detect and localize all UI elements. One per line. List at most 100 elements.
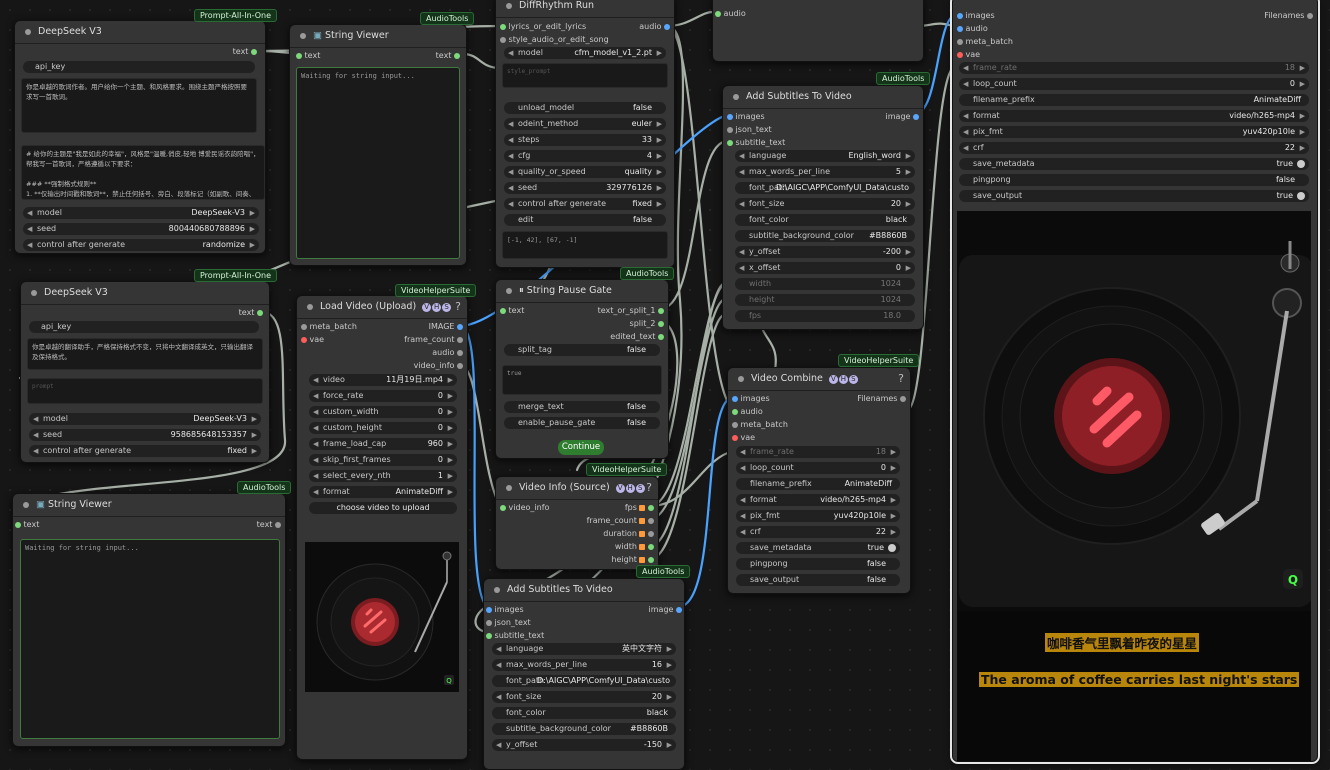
x-offset-input[interactable]: ◀ x_offset 0 ▶	[735, 262, 915, 274]
input-json-text[interactable]: json_text	[727, 123, 772, 136]
input-images[interactable]: images	[732, 392, 770, 405]
output-image[interactable]: IMAGE	[429, 320, 463, 333]
format-select[interactable]: ◀ format video/h265-mp4 ▶	[736, 494, 900, 506]
output-pin-icon[interactable]	[457, 349, 463, 356]
max-words-input[interactable]: ◀ max_words_per_line 16 ▶	[492, 659, 676, 671]
output-text[interactable]: text	[233, 45, 257, 58]
crf-input[interactable]: ◀ crf 22 ▶	[736, 526, 900, 538]
seed-input[interactable]: ◀ seed 329776126 ▶	[504, 182, 666, 194]
input-subtitle-text[interactable]: subtitle_text	[486, 629, 544, 642]
y-offset-input[interactable]: ◀ y_offset -150 ▶	[492, 739, 676, 751]
input-vae[interactable]: vae	[957, 48, 980, 61]
input-pin-icon[interactable]	[727, 113, 733, 120]
api-key-input[interactable]: api_key	[23, 61, 255, 73]
model-select[interactable]: ◀ model DeepSeek-V3 ▶	[23, 207, 259, 219]
input-audio[interactable]: audio	[715, 7, 746, 20]
input-pin-icon[interactable]	[727, 139, 733, 146]
input-subtitle-text[interactable]: subtitle_text	[727, 136, 785, 149]
control-after-generate-select[interactable]: ◀ control after generate randomize ▶	[23, 239, 259, 251]
help-icon[interactable]: ?	[898, 368, 904, 390]
output-edited-text[interactable]: edited_text	[610, 330, 664, 343]
input-pin-icon[interactable]	[732, 434, 738, 441]
collapse-dot-icon[interactable]	[307, 303, 313, 310]
seed-input[interactable]: ◀ seed 958685648153357 ▶	[29, 429, 261, 441]
output-pin-icon[interactable]	[658, 333, 664, 340]
output-pin-icon[interactable]	[257, 309, 263, 316]
width-input[interactable]: width 1024	[735, 278, 915, 290]
skip-first-frames-input[interactable]: ◀ skip_first_frames 0 ▶	[309, 454, 457, 466]
collapse-dot-icon[interactable]	[31, 289, 37, 296]
node-header[interactable]: DeepSeek V3	[15, 21, 265, 44]
input-pin-icon[interactable]	[957, 12, 963, 19]
input-pin-icon[interactable]	[732, 421, 738, 428]
output-audio[interactable]: audio	[432, 346, 463, 359]
output-pin-icon[interactable]	[658, 320, 664, 327]
deepseek-node-1[interactable]: DeepSeek V3 text api_key 你是卓越的歌词作者。用户给你一…	[14, 20, 266, 254]
node-header[interactable]: Add Subtitles To Video	[484, 579, 684, 602]
y-offset-input[interactable]: ◀ y_offset -200 ▶	[735, 246, 915, 258]
save-metadata-toggle[interactable]: save_metadata true	[736, 542, 900, 554]
input-pin-icon[interactable]	[301, 336, 307, 343]
input-pin-icon[interactable]	[957, 25, 963, 32]
output-pin-icon[interactable]	[457, 323, 463, 330]
enable-pause-gate-toggle[interactable]: enable_pause_gate false	[504, 417, 660, 429]
input-pin-icon[interactable]	[500, 307, 506, 314]
video-combine-node-1[interactable]: Video Combine V H S? images audio meta_batc…	[727, 367, 911, 594]
collapse-dot-icon[interactable]	[506, 2, 512, 9]
node-header[interactable]: ▣ String Viewer	[290, 25, 466, 48]
output-pin-icon[interactable]	[1307, 12, 1313, 19]
output-pin-icon[interactable]	[251, 48, 257, 55]
format-select[interactable]: ◀ format video/h265-mp4 ▶	[959, 110, 1309, 122]
style-prompt-textarea[interactable]: style_prompt	[502, 63, 668, 88]
input-pin-icon[interactable]	[486, 619, 492, 626]
frame-rate-input[interactable]: ◀ frame_rate 18 ▶	[959, 62, 1309, 74]
node-header[interactable]: Load Video (Upload) V H S?	[297, 296, 467, 319]
choose-video-upload-button[interactable]: choose video to upload	[309, 502, 457, 514]
pix-fmt-select[interactable]: ◀ pix_fmt yuv420p10le ▶	[959, 126, 1309, 138]
pingpong-toggle[interactable]: pingpong false	[736, 558, 900, 570]
output-pin-icon[interactable]	[457, 362, 463, 369]
help-icon[interactable]: ?	[646, 477, 652, 499]
output-pin-icon[interactable]	[664, 23, 670, 30]
height-input[interactable]: height 1024	[735, 294, 915, 306]
model-select[interactable]: ◀ model DeepSeek-V3 ▶	[29, 413, 261, 425]
node-header[interactable]: ⏸ String Pause Gate	[496, 280, 668, 303]
gate-textarea[interactable]: true	[502, 365, 662, 395]
output-pin-icon[interactable]	[454, 52, 460, 59]
system-textarea[interactable]: # 给你的主题是"我是如此的幸福"，风格是"温暖,俏皮,轻地 博爱民谣衣韵陪唱"…	[21, 145, 265, 200]
output-pin-icon[interactable]	[639, 556, 646, 563]
output-pin-icon[interactable]	[457, 336, 463, 343]
fps-input[interactable]: fps 18.0	[735, 310, 915, 322]
control-after-generate-select[interactable]: ◀ control after generate fixed ▶	[29, 445, 261, 457]
input-audio[interactable]: audio	[957, 22, 988, 35]
input-pin-icon[interactable]	[732, 408, 738, 415]
font-path-input[interactable]: font_path D:\AIGC\APP\ComfyUI_Data\custo	[492, 675, 676, 687]
output-pin-icon[interactable]	[658, 307, 664, 314]
audio-node[interactable]: audio	[712, 0, 924, 62]
input-pin-icon[interactable]	[957, 51, 963, 58]
save-metadata-toggle[interactable]: save_metadata true	[959, 158, 1309, 170]
input-audio[interactable]: audio	[732, 405, 763, 418]
deepseek-node-2[interactable]: DeepSeek V3 text api_key 你是卓越的翻译助手，严格保持格…	[20, 281, 270, 463]
output-text[interactable]: text	[239, 306, 263, 319]
output-pin-icon[interactable]	[639, 530, 646, 537]
prompt-textarea[interactable]: 你是卓越的翻译助手，严格保持格式不变，只将中文翻译成英文，只输出翻译及保持格式。	[27, 338, 263, 370]
video-info-node[interactable]: Video Info (Source) V H S? video_info fps f…	[495, 476, 659, 570]
input-text[interactable]: text	[500, 304, 524, 317]
loop-count-input[interactable]: ◀ loop_count 0 ▶	[959, 78, 1309, 90]
output-filenames[interactable]: Filenames	[1264, 9, 1313, 22]
input-images[interactable]: images	[957, 9, 995, 22]
help-icon[interactable]: ?	[455, 296, 461, 318]
input-vae[interactable]: vae	[301, 333, 324, 346]
api-key-input[interactable]: api_key	[29, 321, 259, 333]
model-select[interactable]: ◀ model cfm_model_v1_2.pt ▶	[504, 47, 666, 59]
input-lyrics[interactable]: lyrics_or_edit_lyrics	[500, 20, 586, 33]
crf-input[interactable]: ◀ crf 22 ▶	[959, 142, 1309, 154]
quality-select[interactable]: ◀ quality_or_speed quality ▶	[504, 166, 666, 178]
input-textarea[interactable]: prompt	[27, 378, 263, 404]
input-meta-batch[interactable]: meta_batch	[957, 35, 1013, 48]
output-pin-icon[interactable]	[648, 543, 654, 550]
output-split-2[interactable]: split_2	[630, 317, 664, 330]
save-output-toggle[interactable]: save_output true	[959, 190, 1309, 202]
font-size-input[interactable]: ◀ font_size 20 ▶	[492, 691, 676, 703]
